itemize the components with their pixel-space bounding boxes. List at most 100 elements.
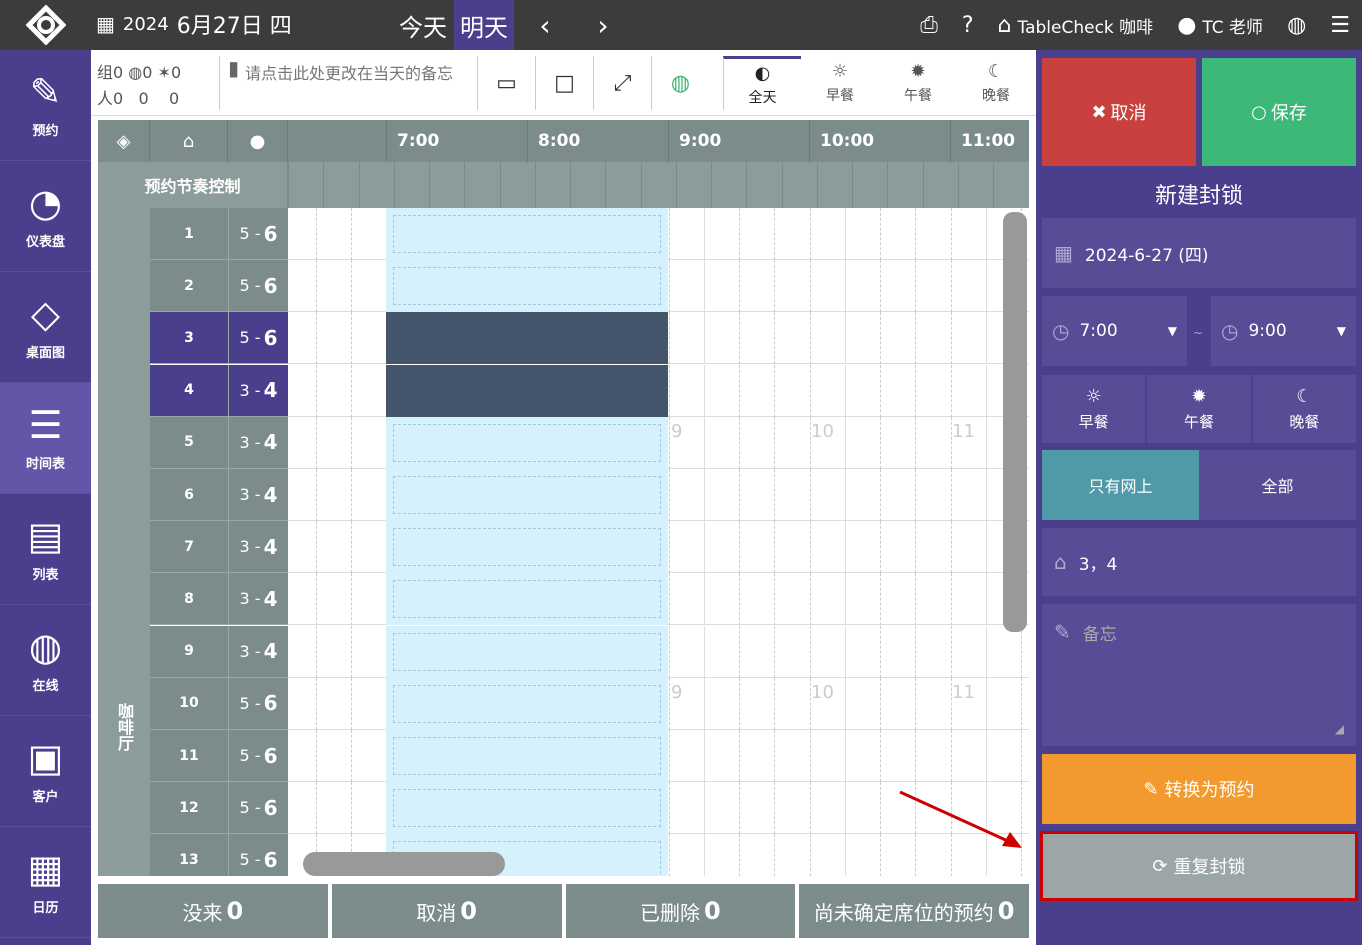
table-number[interactable]: 6 [150, 469, 228, 521]
time-slots[interactable] [288, 208, 1029, 260]
deleted-tab[interactable]: 已删除 0 [565, 884, 796, 938]
save-button[interactable]: ○ 保存 [1202, 58, 1356, 166]
language-button[interactable]: ◍ [1275, 0, 1318, 50]
all-channels-toggle[interactable]: 全部 [1199, 450, 1356, 520]
today-button[interactable]: 今天 [392, 0, 454, 50]
block-preview-slot[interactable] [386, 521, 668, 574]
shift-breakfast[interactable]: ☼ 早餐 [801, 56, 879, 110]
cancel-button[interactable]: ✖ 取消 [1042, 58, 1196, 166]
time-slots[interactable] [288, 782, 1029, 835]
block-preview-slot[interactable] [386, 625, 668, 678]
block-preview-slot[interactable] [386, 782, 668, 835]
table-number[interactable]: 11 [150, 730, 228, 782]
pace-control-label[interactable]: 预约节奏控制 [98, 162, 288, 208]
pace-cell[interactable] [358, 162, 394, 208]
meal-dinner-button[interactable]: ☾ 晚餐 [1252, 375, 1356, 443]
pace-cell[interactable] [675, 162, 711, 208]
user-menu[interactable]: ● TC 老师 [1165, 0, 1275, 50]
table-number[interactable]: 5 [150, 416, 228, 469]
sidebar-item-floorplan[interactable]: ◇ 桌面图 [0, 272, 91, 383]
pace-cell[interactable] [570, 162, 605, 208]
time-slots[interactable] [288, 625, 1029, 678]
time-slots[interactable] [288, 521, 1029, 574]
cancelled-tab[interactable]: 取消 0 [331, 884, 562, 938]
shift-lunch[interactable]: ✹ 午餐 [879, 56, 957, 110]
blocked-slot[interactable] [386, 364, 668, 417]
table-number[interactable]: 13 [150, 834, 228, 876]
pace-cell[interactable] [957, 162, 993, 208]
table-number[interactable]: 4 [150, 364, 228, 417]
block-preview-slot[interactable] [386, 208, 668, 260]
time-slots[interactable] [288, 364, 1029, 417]
time-slots[interactable] [288, 573, 1029, 626]
pace-cell[interactable] [605, 162, 640, 208]
restaurant-selector[interactable]: ⌂ TableCheck 咖啡 [986, 0, 1166, 50]
pace-cell[interactable] [887, 162, 922, 208]
pace-cell[interactable] [429, 162, 464, 208]
tomorrow-button[interactable]: 明天 [454, 0, 514, 50]
time-slots[interactable] [288, 312, 1029, 365]
sidebar-item-calendar[interactable]: ▦ 日历 [0, 827, 91, 938]
meal-lunch-button[interactable]: ✹ 午餐 [1147, 375, 1251, 443]
expand-button[interactable]: ⤢ [593, 56, 651, 110]
memo-textarea[interactable]: ✎ 备忘 ◢ [1042, 604, 1356, 746]
block-preview-slot[interactable] [386, 469, 668, 521]
online-toggle-button[interactable]: ◍ [651, 56, 709, 110]
resize-handle-icon[interactable]: ◢ [1335, 722, 1344, 736]
person-icon[interactable]: ● [228, 120, 288, 162]
menu-button[interactable]: ☰ [1318, 0, 1362, 50]
time-slots[interactable] [288, 469, 1029, 521]
pace-cell[interactable] [781, 162, 817, 208]
block-preview-slot[interactable] [386, 260, 668, 313]
sidebar-item-reservation[interactable]: ✎ 预约 [0, 50, 91, 161]
noshow-tab[interactable]: 没来 0 [98, 884, 328, 938]
pace-cell[interactable] [993, 162, 1028, 208]
block-preview-slot[interactable] [386, 730, 668, 782]
sidebar-item-dashboard[interactable]: ◔ 仪表盘 [0, 161, 91, 272]
date-display[interactable]: ▦ 2024 6月27日 四 [96, 8, 292, 40]
time-slots[interactable] [288, 260, 1029, 313]
pace-cell[interactable] [499, 162, 535, 208]
horizontal-scrollbar[interactable] [303, 852, 505, 876]
convert-to-reservation-button[interactable]: ✎ 转换为预约 [1042, 754, 1356, 824]
time-slots[interactable] [288, 730, 1029, 782]
table-number[interactable]: 3 [150, 312, 228, 365]
shift-dinner[interactable]: ☾ 晚餐 [957, 56, 1035, 110]
start-time-select[interactable]: ◷ 7:00 ▼ [1042, 296, 1187, 366]
chevron-right-icon[interactable]: › [583, 0, 623, 50]
online-only-toggle[interactable]: 只有网上 [1042, 450, 1199, 520]
date-field[interactable]: ▦ 2024-6-27 (四) [1042, 218, 1356, 288]
blocked-slot[interactable] [386, 312, 668, 365]
pace-cell[interactable] [746, 162, 781, 208]
pace-cell[interactable] [464, 162, 499, 208]
tablecheck-logo-icon[interactable] [0, 0, 91, 50]
sidebar-item-list[interactable]: ▤ 列表 [0, 494, 91, 605]
layers-icon[interactable]: ◈ [98, 120, 150, 162]
pace-cell[interactable] [922, 162, 958, 208]
table-number[interactable]: 8 [150, 573, 228, 626]
tables-field[interactable]: ⌂ 3，4 [1042, 528, 1356, 596]
meal-breakfast-button[interactable]: ☼ 早餐 [1042, 375, 1146, 443]
block-preview-slot[interactable] [386, 416, 668, 469]
unassigned-tab[interactable]: 尚未确定席位的预约 0 [799, 884, 1029, 938]
table-number[interactable]: 1 [150, 208, 228, 260]
pace-cell[interactable] [288, 162, 323, 208]
table-number[interactable]: 7 [150, 521, 228, 574]
shift-all-day[interactable]: ◐ 全天 [723, 56, 801, 110]
print-button[interactable]: ⎙ [908, 0, 950, 50]
sidebar-item-online[interactable]: ◍ 在线 [0, 605, 91, 716]
pace-cell[interactable] [816, 162, 852, 208]
sidebar-item-customer[interactable]: ▣ 客户 [0, 716, 91, 827]
pace-cell[interactable] [852, 162, 887, 208]
block-preview-slot[interactable] [386, 573, 668, 626]
pace-cell[interactable] [640, 162, 676, 208]
presentation-button[interactable]: ▭ [477, 56, 535, 110]
sidebar-item-timetable[interactable]: ☰ 时间表 [0, 383, 91, 494]
table-number[interactable]: 12 [150, 782, 228, 835]
vertical-scrollbar[interactable] [1003, 212, 1027, 632]
time-slots[interactable]: 9 10 11 [288, 677, 1029, 730]
time-slots[interactable]: 9 10 11 [288, 416, 1029, 469]
daily-memo[interactable]: ▮ 请点击此处更改在当天的备忘 [219, 56, 475, 110]
pace-cell[interactable] [534, 162, 570, 208]
pace-cell[interactable] [393, 162, 429, 208]
